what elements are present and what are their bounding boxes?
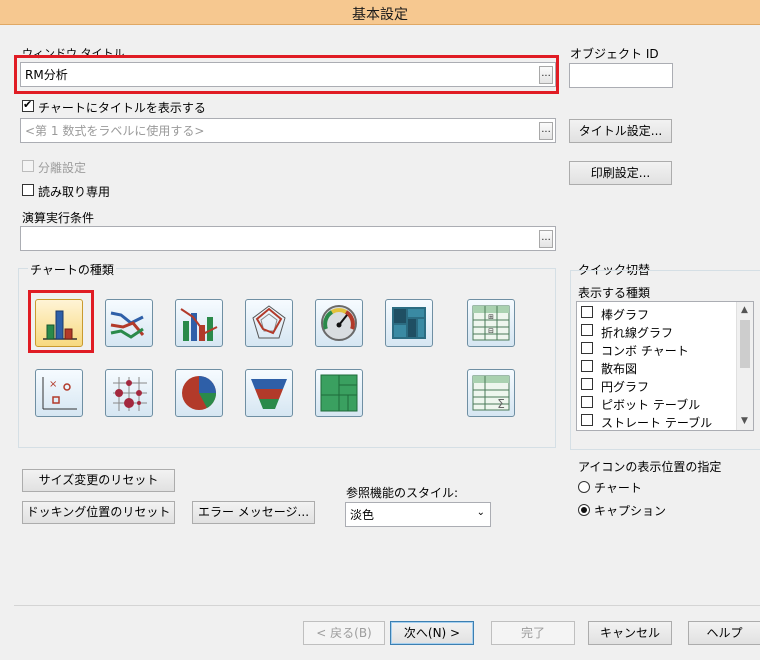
window-title: 基本設定 bbox=[352, 7, 408, 23]
radio-chart[interactable] bbox=[578, 481, 590, 493]
line-chart-icon[interactable] bbox=[105, 299, 153, 347]
svg-text:⊞: ⊞ bbox=[488, 313, 494, 321]
list-checkbox[interactable] bbox=[581, 396, 593, 408]
footer-divider bbox=[14, 605, 760, 606]
radar-chart-icon[interactable] bbox=[245, 299, 293, 347]
svg-text:×: × bbox=[49, 379, 57, 390]
window-title-bar: 基本設定 bbox=[0, 0, 760, 25]
list-item-label: 散布図 bbox=[601, 362, 638, 376]
radio-chart-label: チャート bbox=[594, 481, 642, 495]
grid-chart-icon[interactable] bbox=[105, 369, 153, 417]
reset-docking-button[interactable]: ドッキング位置のリセット bbox=[22, 501, 175, 524]
svg-text:Σ: Σ bbox=[497, 397, 505, 411]
scroll-up-icon[interactable]: ▲ bbox=[741, 305, 748, 315]
straight-table-icon[interactable]: Σ bbox=[467, 369, 515, 417]
list-checkbox[interactable] bbox=[581, 324, 593, 336]
calc-condition-ellipsis-button[interactable]: ... bbox=[539, 230, 553, 248]
selected-chart-highlight bbox=[28, 290, 94, 353]
reference-style-select[interactable]: 淡色 ⌄ bbox=[345, 502, 491, 527]
error-message-button[interactable]: エラー メッセージ... bbox=[192, 501, 315, 524]
show-title-checkbox[interactable] bbox=[22, 98, 34, 112]
quick-switch-list-label: 表示する種類 bbox=[578, 286, 651, 300]
scatter-chart-icon[interactable]: × bbox=[35, 369, 83, 417]
print-settings-button[interactable]: 印刷設定... bbox=[569, 161, 672, 185]
title-formula-placeholder: <第 1 数式をラベルに使用する> bbox=[25, 124, 205, 138]
radio-caption[interactable] bbox=[578, 504, 590, 516]
chevron-down-icon: ⌄ bbox=[476, 507, 485, 518]
combo-chart-icon[interactable] bbox=[175, 299, 223, 347]
calc-condition-label: 演算実行条件 bbox=[22, 211, 95, 225]
title-settings-button[interactable]: タイトル設定... bbox=[569, 119, 672, 143]
finish-button[interactable]: 完了 bbox=[491, 621, 575, 645]
funnel-chart-icon[interactable] bbox=[245, 369, 293, 417]
list-checkbox[interactable] bbox=[581, 360, 593, 372]
show-title-label: チャートにタイトルを表示する bbox=[38, 101, 206, 115]
scroll-down-icon[interactable]: ▼ bbox=[741, 416, 748, 426]
read-only-checkbox[interactable] bbox=[22, 184, 34, 196]
list-scrollbar[interactable]: ▲ ▼ bbox=[736, 302, 753, 430]
scroll-thumb[interactable] bbox=[740, 320, 750, 368]
pivot-table-icon[interactable]: ⊞ ⊟ bbox=[467, 299, 515, 347]
object-id-field[interactable] bbox=[569, 63, 673, 88]
object-id-label: オブジェクト ID bbox=[570, 47, 659, 61]
list-item-label: ピボット テーブル bbox=[601, 398, 701, 412]
treemap-chart-icon[interactable] bbox=[385, 299, 433, 347]
list-item-label: ストレート テーブル bbox=[601, 416, 713, 430]
icon-position-label: アイコンの表示位置の指定 bbox=[578, 460, 722, 474]
list-checkbox[interactable] bbox=[581, 342, 593, 354]
separate-settings-label: 分離設定 bbox=[38, 161, 87, 175]
help-button[interactable]: ヘルプ bbox=[688, 621, 760, 645]
list-item-label: 円グラフ bbox=[601, 380, 650, 394]
gauge-chart-icon[interactable] bbox=[315, 299, 363, 347]
reference-style-value: 淡色 bbox=[350, 508, 375, 522]
chart-types-group bbox=[18, 268, 556, 448]
calc-condition-field[interactable]: ... bbox=[20, 226, 556, 251]
reference-style-label: 参照機能のスタイル: bbox=[346, 486, 459, 500]
list-item-label: 棒グラフ bbox=[601, 308, 650, 322]
svg-text:⊟: ⊟ bbox=[488, 327, 494, 335]
title-formula-field[interactable]: <第 1 数式をラベルに使用する> ... bbox=[20, 118, 556, 143]
list-item-label: 折れ線グラフ bbox=[601, 326, 674, 340]
next-button[interactable]: 次へ(N) > bbox=[390, 621, 474, 645]
pie-chart-icon[interactable] bbox=[175, 369, 223, 417]
list-checkbox[interactable] bbox=[581, 414, 593, 426]
radio-caption-label: キャプション bbox=[594, 504, 667, 518]
list-checkbox[interactable] bbox=[581, 378, 593, 390]
list-item-label: コンボ チャート bbox=[601, 344, 689, 358]
back-button[interactable]: < 戻る(B) bbox=[303, 621, 385, 645]
list-checkbox[interactable] bbox=[581, 306, 593, 318]
separate-settings-checkbox[interactable] bbox=[22, 160, 34, 172]
cancel-button[interactable]: キャンセル bbox=[588, 621, 672, 645]
highlight-box bbox=[14, 55, 559, 94]
read-only-label: 読み取り専用 bbox=[38, 185, 111, 199]
block-chart-icon[interactable] bbox=[315, 369, 363, 417]
title-formula-ellipsis-button[interactable]: ... bbox=[539, 122, 553, 140]
chart-types-label: チャートの種類 bbox=[28, 261, 116, 278]
reset-size-button[interactable]: サイズ変更のリセット bbox=[22, 469, 175, 492]
chart-type-list[interactable]: 棒グラフ 折れ線グラフ コンボ チャート 散布図 円グラフ ピボット テーブル … bbox=[576, 301, 754, 431]
